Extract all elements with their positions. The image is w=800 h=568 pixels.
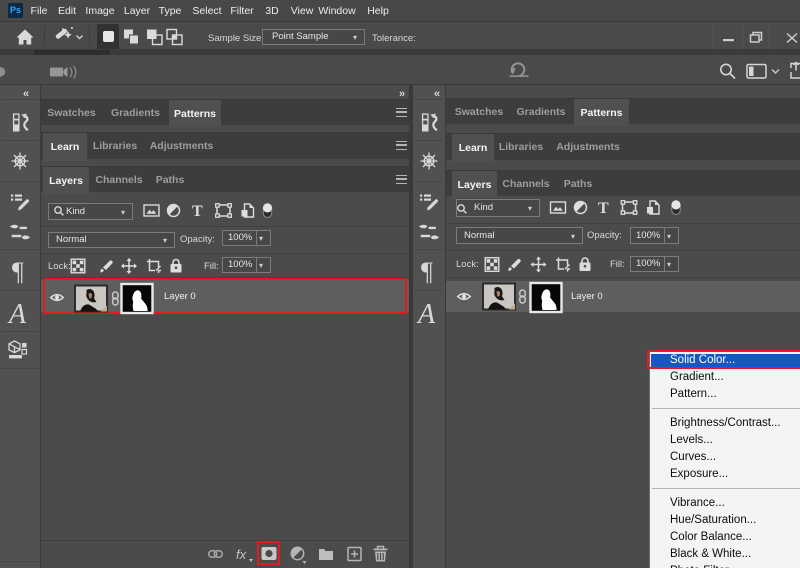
svg-text:¶: ¶	[12, 257, 24, 286]
svg-text:T: T	[598, 200, 609, 217]
svg-text:fx: fx	[236, 547, 247, 562]
svg-text:A: A	[416, 299, 436, 330]
svg-text:T: T	[192, 203, 203, 220]
svg-text:A: A	[7, 299, 27, 330]
svg-text:¶: ¶	[421, 257, 433, 286]
